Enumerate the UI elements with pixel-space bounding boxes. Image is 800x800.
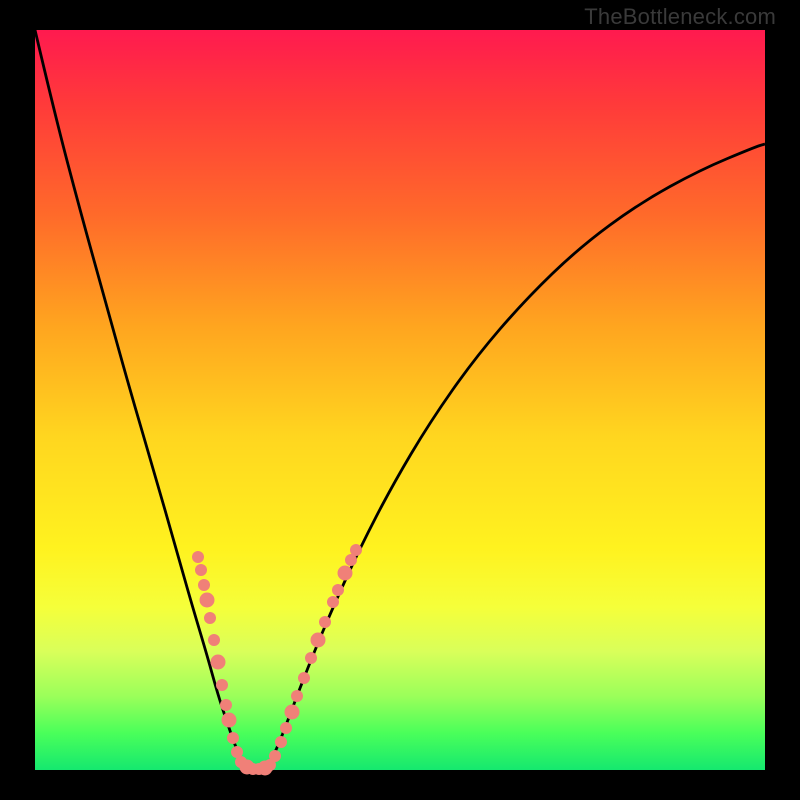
highlight-dot bbox=[285, 705, 300, 720]
highlight-dot bbox=[208, 634, 220, 646]
highlight-dots-group bbox=[192, 544, 362, 776]
highlight-dot bbox=[222, 713, 237, 728]
highlight-dot bbox=[332, 584, 344, 596]
highlight-dot bbox=[298, 672, 310, 684]
highlight-dot bbox=[350, 544, 362, 556]
highlight-dot bbox=[220, 699, 232, 711]
watermark-text: TheBottleneck.com bbox=[584, 4, 776, 30]
bottleneck-curve-right bbox=[266, 144, 765, 768]
highlight-dot bbox=[269, 750, 281, 762]
highlight-dot bbox=[338, 566, 353, 581]
highlight-dot bbox=[305, 652, 317, 664]
highlight-dot bbox=[192, 551, 204, 563]
highlight-dot bbox=[195, 564, 207, 576]
highlight-dot bbox=[275, 736, 287, 748]
highlight-dot bbox=[319, 616, 331, 628]
highlight-dot bbox=[204, 612, 216, 624]
highlight-dot bbox=[216, 679, 228, 691]
chart-frame: TheBottleneck.com bbox=[0, 0, 800, 800]
highlight-dot bbox=[291, 690, 303, 702]
highlight-dot bbox=[227, 732, 239, 744]
highlight-dot bbox=[200, 593, 215, 608]
highlight-dot bbox=[211, 655, 226, 670]
highlight-dot bbox=[280, 722, 292, 734]
highlight-dot bbox=[327, 596, 339, 608]
highlight-dot bbox=[198, 579, 210, 591]
chart-svg bbox=[0, 0, 800, 800]
highlight-dot bbox=[311, 633, 326, 648]
